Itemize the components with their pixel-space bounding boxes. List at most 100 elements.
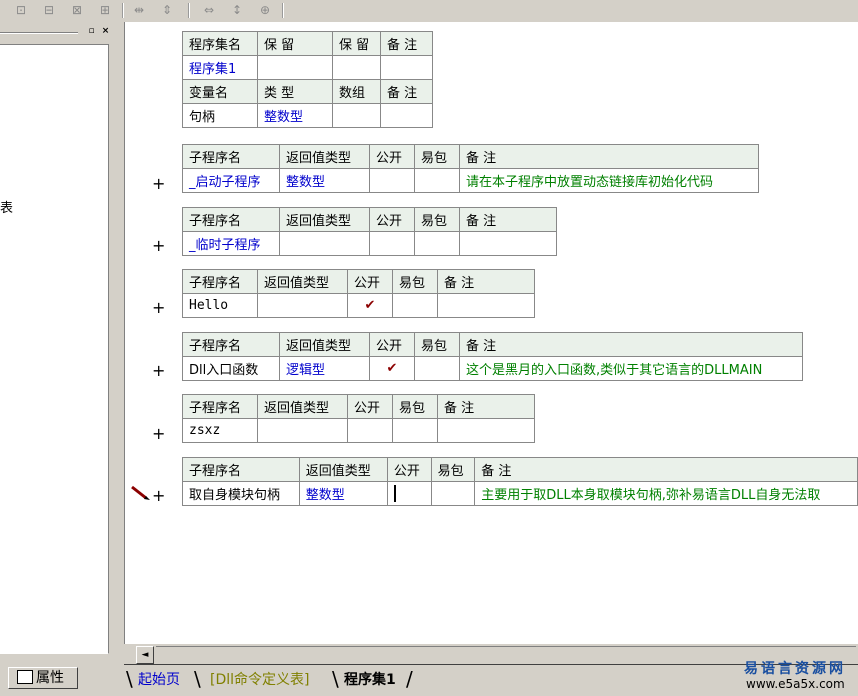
toolbar-separator (188, 3, 190, 18)
return-type-cell[interactable] (257, 293, 348, 318)
epkg-cell[interactable] (430, 481, 476, 506)
note-cell[interactable] (459, 231, 557, 256)
assembly-row[interactable]: 程序集1 (182, 55, 433, 80)
note-cell[interactable]: 这个是黑月的入口函数,类似于其它语言的DLLMAIN (459, 356, 803, 381)
subroutine-header-row: 子程序名 返回值类型 公开 易包 备 注 (182, 207, 557, 232)
subroutine-row[interactable]: _临时子程序 (182, 231, 557, 256)
header-cell: 返回值类型 (257, 269, 348, 294)
cell[interactable] (380, 55, 433, 80)
subroutine-name-cell[interactable]: _启动子程序 (182, 168, 280, 193)
header-cell: 返回值类型 (279, 144, 370, 169)
expand-icon[interactable]: + (152, 488, 165, 504)
close-icon[interactable]: × (100, 26, 111, 37)
header-cell: 子程序名 (182, 207, 280, 232)
subroutine-table: 子程序名 返回值类型 公开 易包 备 注 取自身模块句柄 整数型 主要用于取DL… (182, 457, 858, 506)
expand-icon[interactable]: + (152, 363, 165, 379)
cell[interactable] (332, 103, 381, 128)
header-cell: 返回值类型 (279, 332, 370, 357)
return-type-cell[interactable] (257, 418, 348, 443)
return-type-cell[interactable]: 逻辑型 (279, 356, 370, 381)
properties-tab[interactable]: 属性 (8, 667, 78, 689)
return-type-cell[interactable] (279, 231, 370, 256)
minimize-icon[interactable]: ▫ (86, 26, 97, 37)
expand-icon[interactable]: + (152, 426, 165, 442)
left-panel-content[interactable]: 表 (0, 44, 109, 654)
center-icon[interactable]: ⊕ (256, 2, 274, 18)
note-cell[interactable] (437, 418, 535, 443)
assembly-header-row: 程序集名 保 留 保 留 备 注 (182, 31, 433, 56)
variable-type-cell[interactable]: 整数型 (257, 103, 333, 128)
cell[interactable] (332, 55, 381, 80)
cell[interactable] (257, 55, 333, 80)
header-cell: 保 留 (332, 31, 381, 56)
public-cell[interactable] (347, 418, 393, 443)
expand-icon[interactable]: + (152, 176, 165, 192)
subroutine-name-cell[interactable]: Hello (182, 293, 258, 318)
header-cell: 子程序名 (182, 269, 258, 294)
variable-row[interactable]: 句柄 整数型 (182, 103, 433, 128)
public-check-icon[interactable]: ✔ (369, 356, 415, 381)
subroutine-row[interactable]: Dll入口函数 逻辑型 ✔ 这个是黑月的入口函数,类似于其它语言的DLLMAIN (182, 356, 803, 381)
note-cell[interactable]: 主要用于取DLL本身取模块句柄,弥补易语言DLL自身无法取 (474, 481, 858, 506)
epkg-cell[interactable] (414, 356, 460, 381)
header-cell: 备 注 (380, 31, 433, 56)
subroutine-name-cell[interactable]: Dll入口函数 (182, 356, 280, 381)
subroutine-table: 子程序名 返回值类型 公开 易包 备 注 _临时子程序 (182, 207, 557, 256)
public-cell-editing[interactable] (386, 481, 432, 506)
subroutine-name-cell[interactable]: zsxz (182, 418, 258, 443)
subroutine-row[interactable]: _启动子程序 整数型 请在本子程序中放置动态链接库初始化代码 (182, 168, 759, 193)
align-center-icon[interactable]: ⊟ (40, 2, 58, 18)
header-cell: 保 留 (257, 31, 333, 56)
variable-header-row: 变量名 类 型 数组 备 注 (182, 79, 433, 104)
assembly-name-cell[interactable]: 程序集1 (182, 55, 258, 80)
return-type-cell[interactable]: 整数型 (279, 168, 370, 193)
note-cell[interactable]: 请在本子程序中放置动态链接库初始化代码 (459, 168, 759, 193)
cell[interactable] (380, 103, 433, 128)
left-panel-titlebar: ▫ × (0, 26, 116, 40)
public-check-icon[interactable]: ✔ (347, 293, 393, 318)
header-cell: 子程序名 (182, 332, 280, 357)
tab-dll-commands[interactable]: [Dll命令定义表] (210, 669, 309, 691)
subroutine-row[interactable]: Hello ✔ (182, 293, 535, 318)
align-middle-icon[interactable]: ⊞ (96, 2, 114, 18)
same-height-icon[interactable]: ⇕ (158, 2, 176, 18)
tab-assembly1[interactable]: 程序集1 (344, 669, 396, 691)
tab-start-page[interactable]: 起始页 (138, 669, 180, 691)
header-cell: 备 注 (459, 207, 557, 232)
epkg-cell[interactable] (414, 168, 460, 193)
header-cell: 返回值类型 (279, 207, 370, 232)
text-cursor (393, 485, 396, 502)
vspace-icon[interactable]: ↕ (228, 2, 246, 18)
same-width-icon[interactable]: ⇹ (130, 2, 148, 18)
subroutine-header-row: 子程序名 返回值类型 公开 易包 备 注 (182, 332, 803, 357)
header-cell: 返回值类型 (257, 394, 348, 419)
header-cell: 公开 (347, 394, 393, 419)
subroutine-table: 子程序名 返回值类型 公开 易包 备 注 _启动子程序 整数型 请在本子程序中放… (182, 144, 759, 193)
note-cell[interactable] (437, 293, 535, 318)
align-left-icon[interactable]: ⊡ (12, 2, 30, 18)
subroutine-name-cell[interactable]: 取自身模块句柄 (182, 481, 300, 506)
header-cell: 返回值类型 (298, 457, 388, 482)
align-top-icon[interactable]: ⊠ (68, 2, 86, 18)
public-cell[interactable] (369, 168, 415, 193)
expand-icon[interactable]: + (152, 238, 165, 254)
variable-name-cell[interactable]: 句柄 (182, 103, 258, 128)
epkg-cell[interactable] (414, 231, 460, 256)
header-cell: 备 注 (459, 144, 759, 169)
subroutine-row[interactable]: zsxz (182, 418, 535, 443)
hspace-icon[interactable]: ⇔ (200, 2, 218, 18)
header-cell: 备 注 (437, 394, 535, 419)
epkg-cell[interactable] (392, 418, 438, 443)
properties-icon (17, 670, 33, 684)
scroll-left-icon[interactable]: ◄ (136, 646, 154, 664)
header-cell: 备 注 (437, 269, 535, 294)
epkg-cell[interactable] (392, 293, 438, 318)
public-cell[interactable] (369, 231, 415, 256)
subroutine-name-cell[interactable]: _临时子程序 (182, 231, 280, 256)
header-cell: 公开 (369, 332, 415, 357)
header-cell: 易包 (392, 394, 438, 419)
return-type-cell[interactable]: 整数型 (298, 481, 388, 506)
expand-icon[interactable]: + (152, 300, 165, 316)
header-cell: 易包 (414, 207, 460, 232)
subroutine-row[interactable]: 取自身模块句柄 整数型 主要用于取DLL本身取模块句柄,弥补易语言DLL自身无法… (182, 481, 858, 506)
